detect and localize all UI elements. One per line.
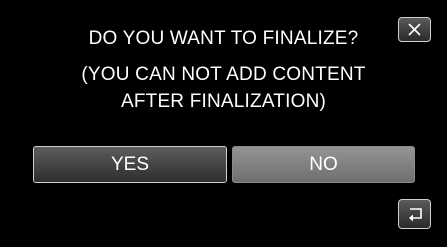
close-button[interactable] (398, 17, 431, 42)
dialog-note-line-2: AFTER FINALIZATION) (120, 91, 327, 112)
finalize-dialog: DO YOU WANT TO FINALIZE? (YOU CAN NOT AD… (0, 0, 447, 247)
close-icon (407, 22, 422, 37)
dialog-note-line-1: (YOU CAN NOT ADD CONTENT (81, 64, 366, 85)
dialog-question: DO YOU WANT TO FINALIZE? (88, 28, 359, 49)
no-button[interactable]: NO (232, 146, 415, 183)
back-button[interactable] (398, 199, 431, 229)
yes-button[interactable]: YES (33, 146, 227, 183)
return-arrow-icon (406, 206, 424, 222)
